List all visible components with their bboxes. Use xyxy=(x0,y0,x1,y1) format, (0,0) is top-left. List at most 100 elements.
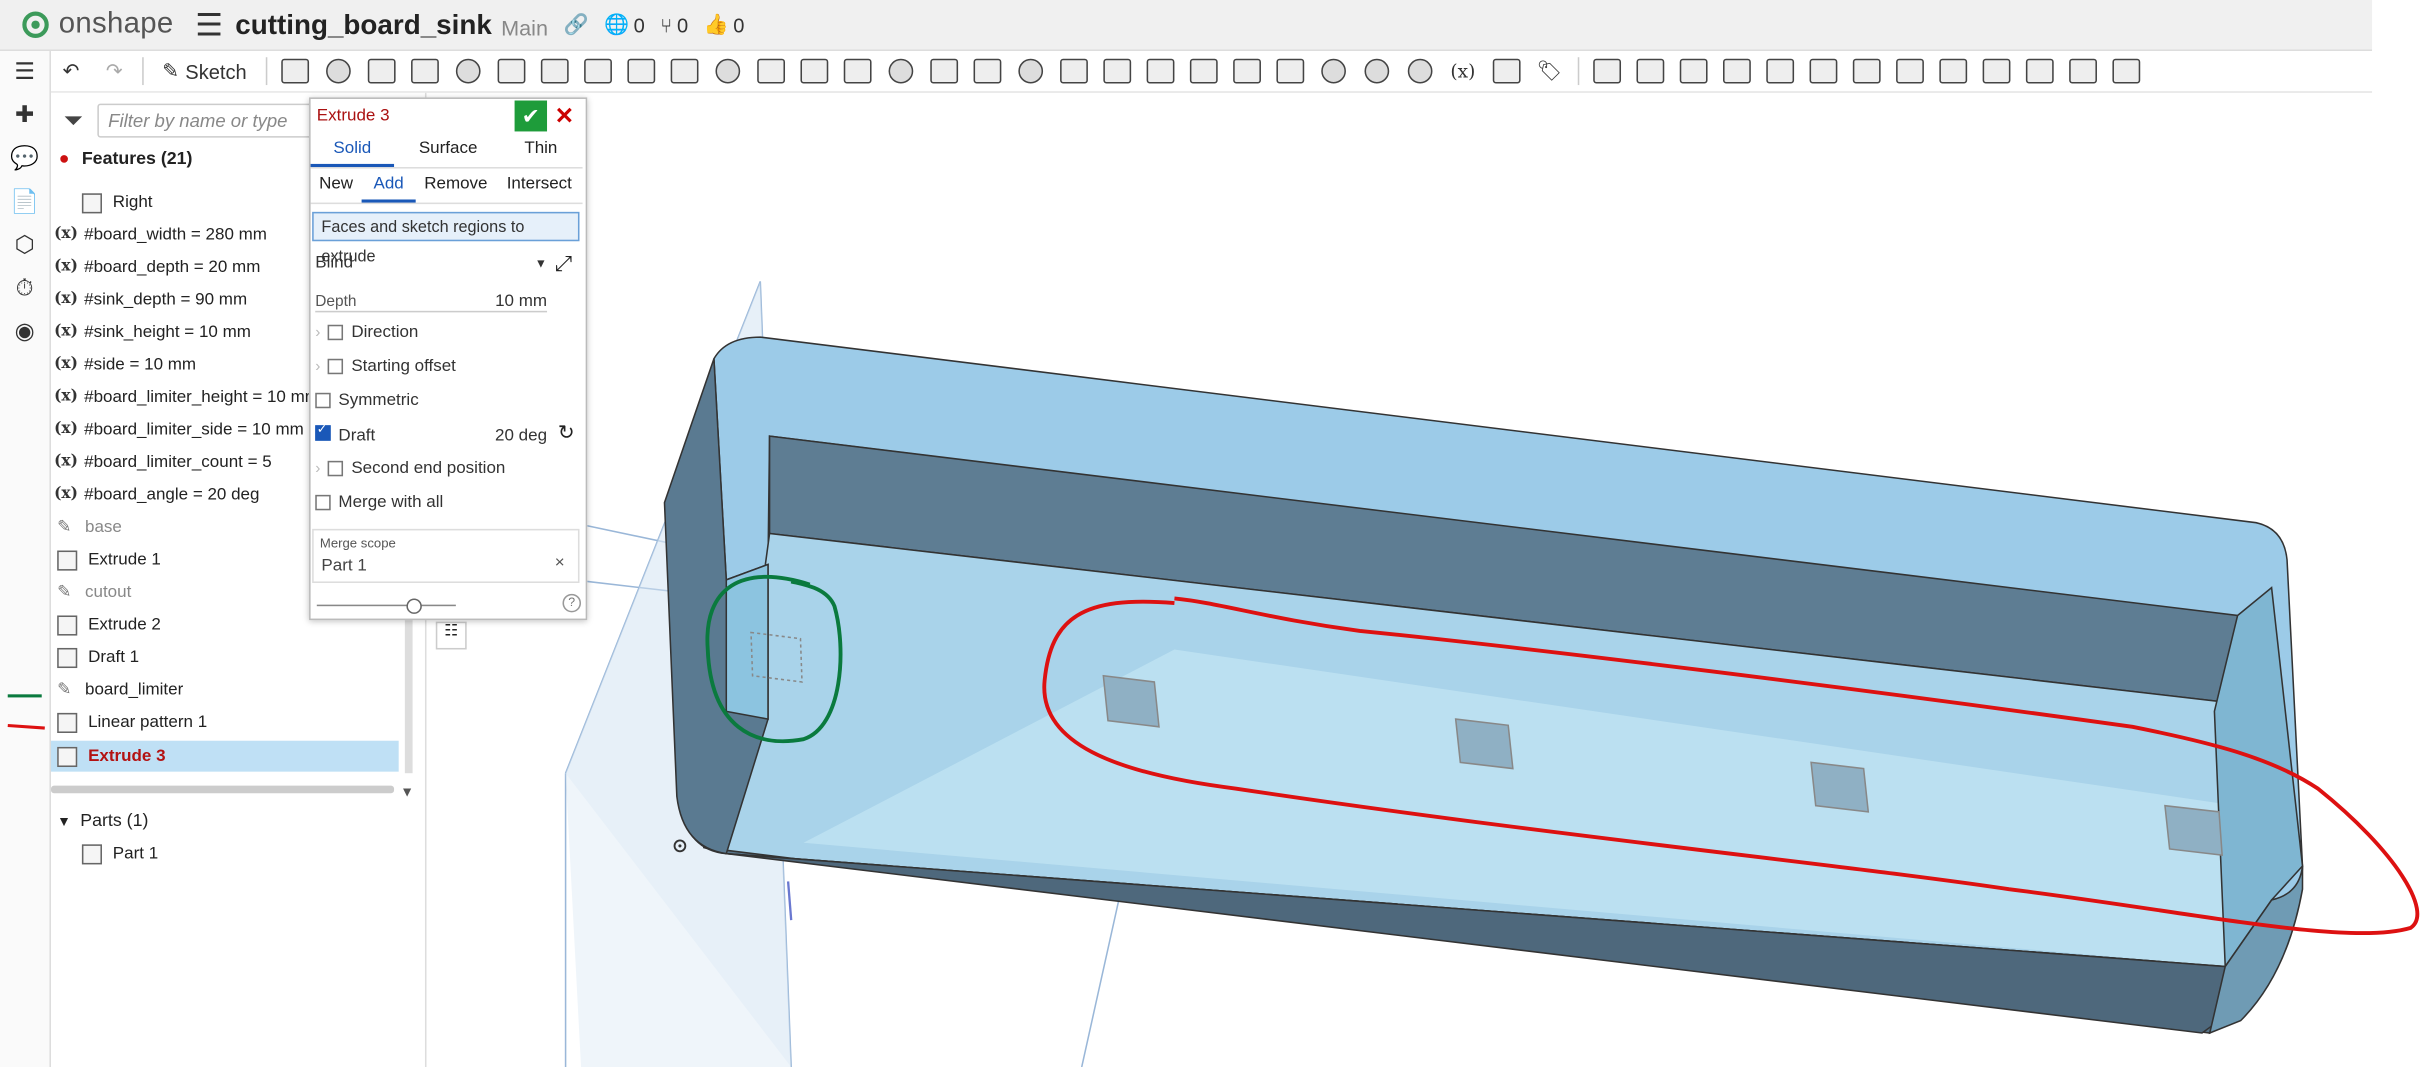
symmetric-option[interactable]: Symmetric xyxy=(315,391,419,410)
feature-item-base[interactable]: ✎ base xyxy=(57,512,122,543)
feature-item-cutout[interactable]: ✎ cutout xyxy=(57,577,131,608)
tag-tool-icon[interactable]: 🏷 xyxy=(1532,57,1566,85)
features-header[interactable]: ● Features (21) xyxy=(59,144,193,175)
help-icon[interactable]: ? xyxy=(562,593,582,613)
plane-ref-tool-icon[interactable] xyxy=(1273,57,1307,85)
feature-item-draft-1[interactable]: Draft 1 xyxy=(57,642,139,673)
cylinder-tool-icon[interactable] xyxy=(754,57,788,85)
properties-icon[interactable]: 📄 xyxy=(10,189,39,215)
list-view-icon[interactable]: ☷ xyxy=(435,621,467,650)
part-studio-tool-icon[interactable] xyxy=(1489,57,1523,85)
transform-tool-icon[interactable] xyxy=(970,57,1004,85)
cancel-button[interactable]: ✕ xyxy=(555,102,574,130)
feature-item-board-limiter-height[interactable]: (x) #board_limiter_height = 10 mm xyxy=(54,382,319,413)
hole-tool-icon[interactable] xyxy=(710,57,744,85)
variable-tool-icon[interactable]: (x) xyxy=(1446,57,1480,85)
move-face-tool-icon[interactable] xyxy=(1143,57,1177,85)
filter-icon[interactable]: ⏷ xyxy=(63,108,83,136)
tab-intersect[interactable]: Intersect xyxy=(496,175,583,203)
tab-thin[interactable]: Thin xyxy=(502,139,579,167)
redo-icon[interactable]: ↷ xyxy=(97,57,131,85)
feature-item-right[interactable]: Right xyxy=(81,187,153,218)
plane-tool-icon[interactable] xyxy=(278,57,312,85)
delete-face-tool-icon[interactable] xyxy=(1100,57,1134,85)
draft-option[interactable]: Draft 20 deg xyxy=(315,422,547,445)
feature-item-board-limiter-count[interactable]: (x) #board_limiter_count = 5 xyxy=(54,447,272,478)
feature-item-board-limiter[interactable]: ✎ board_limiter xyxy=(57,674,183,705)
like-icon[interactable]: 👍 0 xyxy=(704,12,745,37)
document-title[interactable]: cutting_board_sink xyxy=(235,9,492,41)
bend-tool-icon[interactable] xyxy=(1763,57,1797,85)
second-end-option[interactable]: › Second end position xyxy=(315,459,505,478)
faces-selection-field[interactable]: Faces and sketch regions to extrude xyxy=(312,211,580,266)
branch-icon[interactable]: ⑂ 0 xyxy=(660,13,688,36)
add-feature-icon[interactable]: ✚ xyxy=(11,102,39,128)
feature-item-linear-pattern-1[interactable]: Linear pattern 1 xyxy=(57,707,207,738)
joint-tool-icon[interactable] xyxy=(1936,57,1970,85)
relief-tool-icon[interactable] xyxy=(1979,57,2013,85)
hem-tool-icon[interactable] xyxy=(1849,57,1883,85)
feature-item-extrude-3[interactable]: Extrude 3 xyxy=(50,740,399,772)
clear-icon[interactable]: × xyxy=(555,554,565,573)
convert-tool-icon[interactable] xyxy=(2109,57,2143,85)
feature-item-side[interactable]: (x) #side = 10 mm xyxy=(54,349,196,380)
feature-item-board-angle[interactable]: (x) #board_angle = 20 deg xyxy=(54,479,259,510)
feature-item-board-limiter-side[interactable]: (x) #board_limiter_side = 10 mm xyxy=(54,414,304,445)
measure-tool-icon[interactable] xyxy=(1403,57,1437,85)
feature-item-board-depth[interactable]: (x) #board_depth = 20 mm xyxy=(54,252,260,283)
slider-handle[interactable] xyxy=(406,598,422,614)
boolean-tool-icon[interactable] xyxy=(883,57,917,85)
tab-tool-icon[interactable] xyxy=(1676,57,1710,85)
merge-scope-field[interactable]: Merge scope Part 1 × xyxy=(312,528,580,583)
opposite-direction-icon[interactable]: ↻ xyxy=(558,421,575,446)
accept-button[interactable]: ✔ xyxy=(514,100,548,132)
table-tool-icon[interactable] xyxy=(2066,57,2100,85)
rib-tool-icon[interactable] xyxy=(624,57,658,85)
scroll-down-icon[interactable]: ▼ xyxy=(400,784,414,799)
helix-tool-icon[interactable] xyxy=(1359,57,1393,85)
feature-item-sink-height[interactable]: (x) #sink_height = 10 mm xyxy=(54,317,251,348)
shell-tool-icon[interactable] xyxy=(667,57,701,85)
flip-direction-icon[interactable]: ⤢ xyxy=(555,251,572,277)
merge-all-option[interactable]: Merge with all xyxy=(315,493,443,512)
branch-name[interactable]: Main xyxy=(501,15,548,40)
tab-surface[interactable]: Surface xyxy=(394,139,502,167)
parts-icon[interactable]: ⬡ xyxy=(11,232,39,258)
depth-field[interactable]: Depth 10 mm xyxy=(315,292,548,313)
parts-header[interactable]: ▼ Parts (1) xyxy=(57,806,148,837)
undo-icon[interactable]: ↶ xyxy=(54,57,88,85)
opacity-slider[interactable] xyxy=(316,604,456,607)
thicken-tool-icon[interactable] xyxy=(451,57,485,85)
sheetmetal-tool-icon[interactable] xyxy=(1590,57,1624,85)
graphics-viewport[interactable]: ☷ xyxy=(427,93,2423,1067)
onshape-logo[interactable]: onshape xyxy=(22,8,174,42)
offset-surface-tool-icon[interactable] xyxy=(1230,57,1264,85)
chamfer-tool-icon[interactable] xyxy=(537,57,571,85)
feature-item-extrude-2[interactable]: Extrude 2 xyxy=(57,609,161,640)
hamburger-menu-icon[interactable]: ☰ xyxy=(195,5,223,44)
tab-add[interactable]: Add xyxy=(361,175,416,203)
globe-icon[interactable]: 🌐 0 xyxy=(604,12,645,37)
curve-tool-icon[interactable] xyxy=(1316,57,1350,85)
revolve-tool-icon[interactable] xyxy=(321,57,355,85)
draft-tool-icon[interactable] xyxy=(581,57,615,85)
fillet-tool-icon[interactable] xyxy=(494,57,528,85)
feature-list-icon[interactable]: ☰ xyxy=(11,59,39,85)
form-tool-icon[interactable] xyxy=(1806,57,1840,85)
modify-fillet-tool-icon[interactable] xyxy=(1056,57,1090,85)
feature-item-board-width[interactable]: (x) #board_width = 280 mm xyxy=(54,220,267,251)
flange-tool-icon[interactable] xyxy=(1633,57,1667,85)
comment-icon[interactable]: 💬 xyxy=(10,145,39,171)
corner-tool-icon[interactable] xyxy=(1719,57,1753,85)
mirror-tool-icon[interactable] xyxy=(840,57,874,85)
horizontal-scrollbar[interactable] xyxy=(50,785,395,794)
direction-option[interactable]: › Direction xyxy=(315,323,418,342)
feature-item-extrude-1[interactable]: Extrude 1 xyxy=(57,544,161,575)
inspect-icon[interactable]: ◉ xyxy=(11,319,39,345)
unfold-tool-icon[interactable] xyxy=(2022,57,2056,85)
tab-solid[interactable]: Solid xyxy=(310,139,395,168)
sweep-tool-icon[interactable] xyxy=(364,57,398,85)
starting-offset-option[interactable]: › Starting offset xyxy=(315,357,456,376)
end-type-select[interactable]: Blind ▼ xyxy=(315,254,547,273)
tab-remove[interactable]: Remove xyxy=(416,175,496,203)
